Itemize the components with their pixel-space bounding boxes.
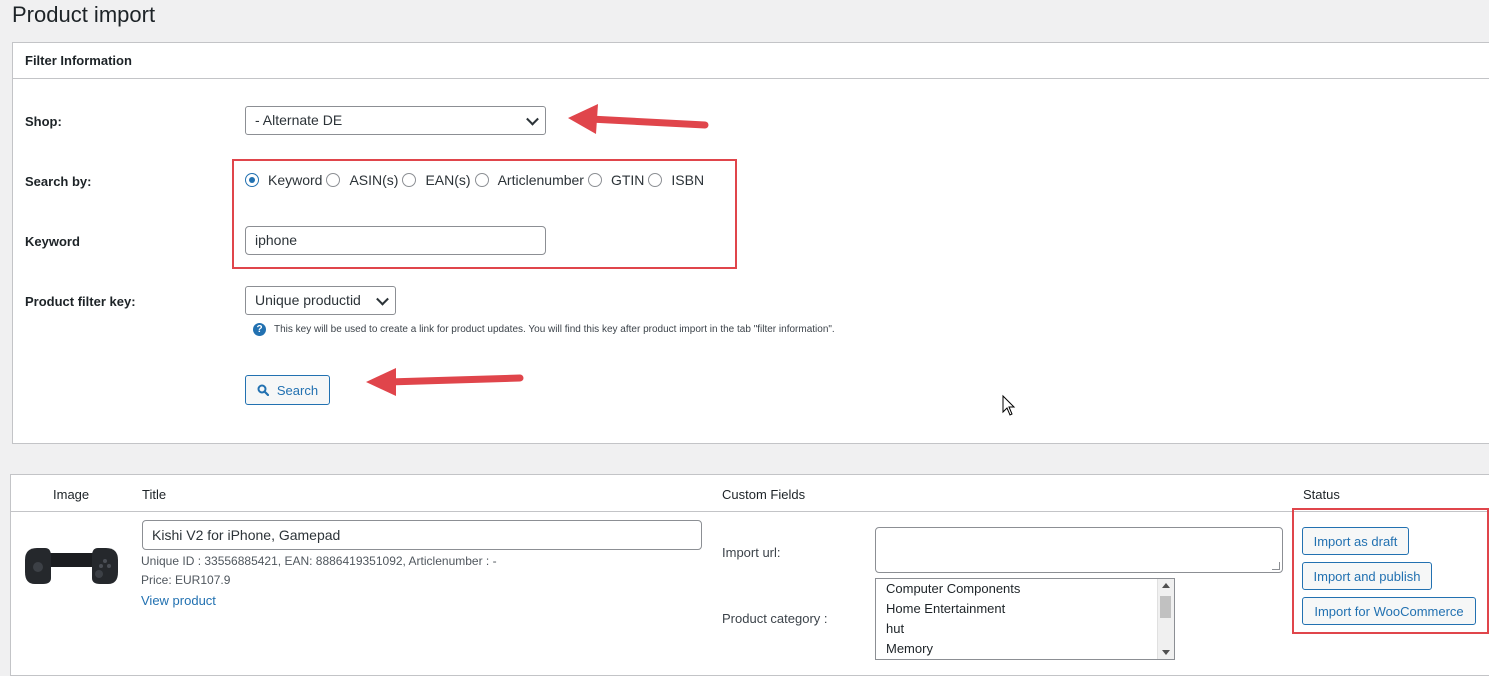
- arrow-icon: [366, 368, 524, 396]
- arrow-icon: [568, 104, 709, 134]
- annotation-arrows: [366, 104, 1016, 416]
- cursor-icon: [1002, 394, 1016, 416]
